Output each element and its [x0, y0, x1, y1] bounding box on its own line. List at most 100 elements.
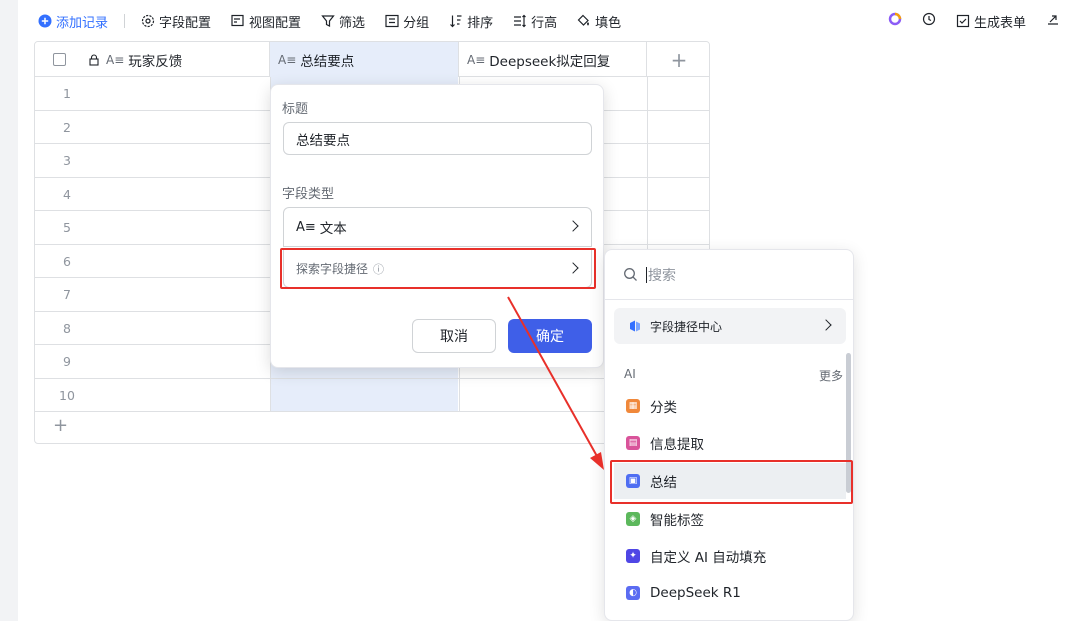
column-title: Deepseek拟定回复	[489, 53, 611, 70]
tag-icon: ◈	[626, 512, 640, 526]
add-row-button[interactable]: +	[53, 415, 68, 436]
extract-icon: ▤	[626, 436, 640, 450]
shortcut-center-label: 字段捷径中心	[650, 319, 723, 334]
confirm-button[interactable]: 确定	[508, 319, 592, 353]
row-number: 6	[63, 253, 71, 269]
chevron-right-icon	[820, 319, 832, 331]
more-link[interactable]: 更多	[819, 367, 843, 384]
field-config-button[interactable]: 字段配置	[141, 12, 211, 31]
lock-icon	[88, 53, 100, 66]
menu-item-label: 智能标签	[650, 513, 704, 529]
clock-icon	[922, 12, 936, 30]
shortcut-center-item[interactable]: 字段捷径中心	[614, 308, 846, 344]
form-check-icon	[956, 14, 970, 28]
generate-form-label: 生成表单	[973, 15, 1026, 31]
ai-ring-icon	[888, 12, 902, 30]
text-field-icon: A≡	[296, 219, 316, 235]
annotation-highlight-summary	[610, 460, 853, 504]
group-button[interactable]: 分组	[385, 12, 429, 31]
cancel-label: 取消	[440, 329, 468, 345]
ai-assistant-button[interactable]	[888, 12, 902, 30]
cancel-button[interactable]: 取消	[412, 319, 496, 353]
view-config-label: 视图配置	[249, 15, 302, 31]
share-button[interactable]	[1046, 12, 1060, 30]
shortcut-center-icon	[628, 319, 642, 333]
row-height-button[interactable]: 行高	[513, 12, 557, 31]
column-header-deepseek-reply[interactable]: A≡ Deepseek拟定回复	[459, 42, 647, 77]
filter-button[interactable]: 筛选	[321, 12, 365, 31]
search-placeholder: 搜索	[648, 267, 676, 284]
text-caret	[646, 266, 647, 283]
table-header: A≡ 玩家反馈 A≡ 总结要点 A≡ Deepseek拟定回复 +	[35, 42, 709, 77]
field-type-value: 文本	[319, 221, 347, 237]
plus-icon: +	[670, 47, 688, 72]
add-record-button[interactable]: 添加记录	[38, 12, 108, 31]
sparkle-icon: ✦	[626, 549, 640, 563]
sort-icon	[449, 14, 463, 28]
add-record-label: 添加记录	[56, 15, 109, 31]
sort-button[interactable]: 排序	[449, 12, 493, 31]
grid-icon: ▦	[626, 399, 640, 413]
field-type-select[interactable]: A≡ 文本	[283, 207, 592, 247]
menu-item-custom-ai-fill[interactable]: ✦ 自定义 AI 自动填充	[614, 538, 846, 574]
deepseek-icon: ◐	[626, 586, 640, 600]
automation-button[interactable]	[922, 12, 936, 30]
row-height-icon	[513, 14, 527, 28]
text-field-icon: A≡	[467, 52, 486, 67]
toolbar-divider	[124, 14, 126, 28]
text-field-icon: A≡	[106, 52, 125, 67]
field-type-label: 字段类型	[282, 187, 335, 202]
column-title: 玩家反馈	[128, 53, 183, 70]
column-header-summary[interactable]: A≡ 总结要点	[270, 42, 459, 77]
search-icon	[623, 267, 638, 282]
row-number: 3	[63, 153, 71, 168]
shortcut-dropdown: 搜索 字段捷径中心 AI 更多 ▦ 分类 ▤ 信息提取 ▣ 总结 ◈ 智能标签 …	[604, 249, 854, 621]
title-input[interactable]: 总结要点	[283, 122, 592, 155]
select-all-checkbox[interactable]	[53, 53, 66, 66]
view-settings-icon	[231, 14, 245, 28]
toolbar-right: 生成表单	[868, 8, 1060, 34]
ai-section-label: AI	[624, 367, 636, 381]
toolbar: 添加记录 字段配置 视图配置 筛选 分组 排序 行高 填色	[38, 8, 641, 34]
share-icon	[1046, 12, 1060, 30]
row-height-label: 行高	[531, 15, 558, 31]
row-number: 4	[63, 186, 71, 202]
menu-item-info-extract[interactable]: ▤ 信息提取	[614, 425, 846, 461]
fill-color-label: 填色	[595, 15, 622, 31]
paint-bucket-icon	[577, 14, 591, 28]
annotation-highlight-explore	[280, 248, 596, 289]
column-title: 总结要点	[300, 53, 355, 70]
menu-item-smart-tag[interactable]: ◈ 智能标签	[614, 501, 846, 537]
shortcut-search-input[interactable]: 搜索	[605, 250, 853, 300]
menu-item-classify[interactable]: ▦ 分类	[614, 388, 846, 424]
sort-label: 排序	[467, 15, 494, 31]
menu-item-label: DeepSeek R1	[650, 585, 741, 601]
group-label: 分组	[403, 15, 430, 31]
menu-item-deepseek-r1[interactable]: ◐ DeepSeek R1	[614, 575, 846, 611]
filter-icon	[321, 14, 335, 28]
row-number: 10	[59, 387, 75, 403]
title-label: 标题	[282, 102, 309, 117]
menu-item-label: 信息提取	[650, 437, 704, 453]
view-config-button[interactable]: 视图配置	[231, 12, 301, 31]
column-header-player-feedback[interactable]: A≡ 玩家反馈	[35, 42, 270, 77]
add-column-button[interactable]: +	[647, 42, 709, 77]
row-number: 5	[63, 220, 71, 235]
left-panel-edge	[0, 0, 18, 621]
filter-label: 筛选	[339, 15, 366, 31]
fill-color-button[interactable]: 填色	[577, 12, 621, 31]
group-icon	[385, 14, 399, 28]
field-config-label: 字段配置	[159, 15, 212, 31]
plus-circle-icon	[38, 14, 52, 28]
row-number: 8	[63, 320, 71, 336]
row-number: 1	[63, 86, 71, 101]
chevron-right-icon	[567, 220, 579, 232]
generate-form-button[interactable]: 生成表单	[956, 12, 1026, 31]
text-field-icon: A≡	[278, 52, 297, 67]
confirm-label: 确定	[536, 329, 564, 345]
menu-item-label: 自定义 AI 自动填充	[650, 550, 767, 566]
row-number: 2	[63, 119, 71, 135]
row-number: 9	[63, 354, 71, 369]
row-number: 7	[63, 287, 71, 302]
title-input-value: 总结要点	[296, 132, 350, 149]
